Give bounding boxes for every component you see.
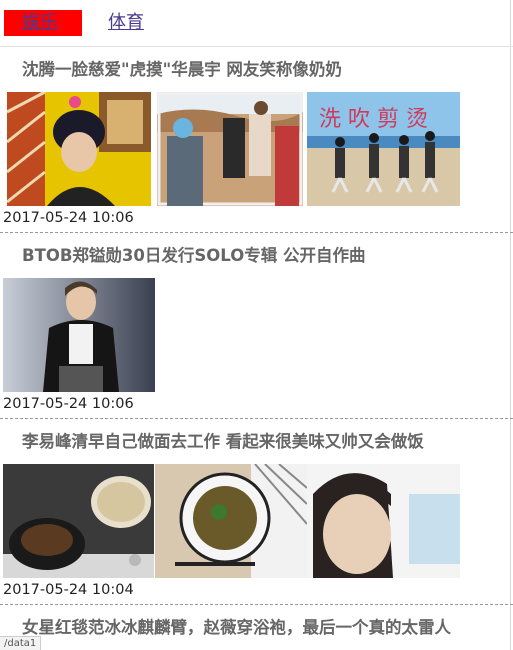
news-thumbnails xyxy=(0,464,513,578)
category-tabs: 娱乐 体育 xyxy=(0,0,513,47)
news-item[interactable]: BTOB郑镒勋30日发行SOLO专辑 公开自作曲 2017-05-24 10:0… xyxy=(0,233,513,419)
thumbnail-image[interactable] xyxy=(155,464,307,578)
thumbnail-image[interactable] xyxy=(7,92,151,206)
news-item[interactable]: 女星红毯范冰冰麒麟臂，赵薇穿浴袍，最后一个真的太雷人 xyxy=(0,605,513,650)
news-thumbnails xyxy=(0,278,513,392)
news-title[interactable]: BTOB郑镒勋30日发行SOLO专辑 公开自作曲 xyxy=(0,233,513,278)
news-item[interactable]: 李易峰清早自己做面去工作 看起来很美味又帅又会做饭 2017-05-24 10:… xyxy=(0,419,513,605)
news-title[interactable]: 沈腾一脸慈爱"虎摸"华晨宇 网友笑称像奶奶 xyxy=(0,47,513,92)
thumbnail-image[interactable] xyxy=(307,464,460,578)
news-timestamp: 2017-05-24 10:06 xyxy=(3,396,134,412)
tab-sports[interactable]: 体育 xyxy=(108,10,144,36)
thumbnail-image[interactable] xyxy=(157,92,303,206)
news-item[interactable]: 沈腾一脸慈爱"虎摸"华晨宇 网友笑称像奶奶 洗 吹 剪 烫 2017-05-24… xyxy=(0,47,513,233)
thumbnail-image[interactable]: 洗 吹 剪 烫 xyxy=(307,92,460,206)
news-timestamp: 2017-05-24 10:06 xyxy=(3,210,134,226)
image-caption-text: 洗 吹 剪 烫 xyxy=(319,107,428,132)
tab-entertainment[interactable]: 娱乐 xyxy=(4,10,82,36)
thumbnail-image[interactable] xyxy=(3,464,154,578)
news-title[interactable]: 李易峰清早自己做面去工作 看起来很美味又帅又会做饭 xyxy=(0,419,513,464)
news-thumbnails: 洗 吹 剪 烫 xyxy=(0,92,513,206)
status-bar-url: /data1 xyxy=(0,636,42,650)
thumbnail-image[interactable] xyxy=(3,278,155,392)
news-title[interactable]: 女星红毯范冰冰麒麟臂，赵薇穿浴袍，最后一个真的太雷人 xyxy=(0,605,513,650)
news-timestamp: 2017-05-24 10:04 xyxy=(3,582,134,598)
